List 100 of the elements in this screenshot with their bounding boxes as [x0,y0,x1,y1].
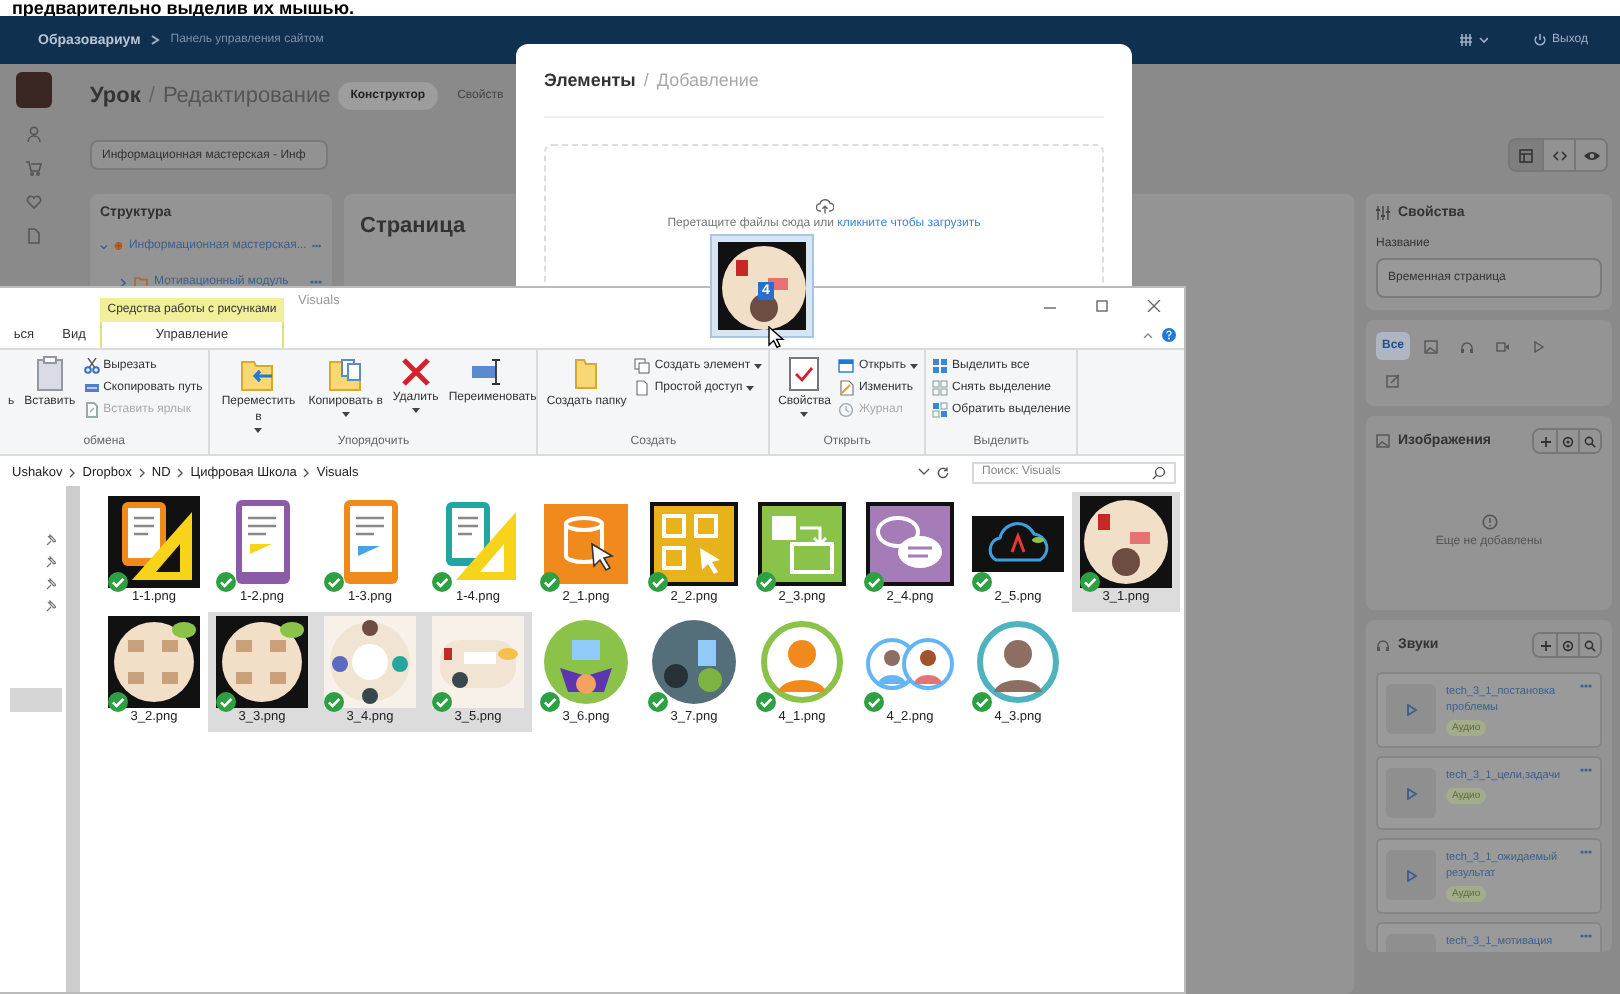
view-toggle-button[interactable] [1574,140,1606,170]
caret-icon [411,408,420,414]
toolbar-button[interactable] [1534,430,1556,452]
window-icon [838,358,855,374]
view-toggle-button[interactable] [1510,140,1542,170]
image-thumbnail [216,616,308,708]
clock-icon [838,402,855,418]
close-icon [1144,299,1164,311]
scrollbar[interactable] [66,486,80,992]
settings-icon [1562,639,1574,651]
image-icon [1376,434,1390,448]
play-icon [1405,787,1417,799]
documents-icon [634,358,651,374]
checklist-icon [788,356,821,392]
eye-icon [1583,147,1599,163]
avatar-placeholder[interactable] [15,72,51,108]
pin-icon[interactable] [46,534,56,546]
headphones-icon [1376,638,1390,652]
grid-icon [932,380,949,396]
title-separator: / [148,84,155,108]
grid-icon [932,358,949,374]
caret-icon [800,412,809,418]
image-thumbnail [756,616,848,708]
search-icon [1584,435,1596,447]
refresh-icon[interactable] [936,465,950,479]
layout-icon [1518,147,1534,163]
clipboard-icon [35,356,64,392]
play-icon [1405,869,1417,881]
image-thumbnail [648,496,740,588]
search-icon [1152,465,1166,479]
caption-text: предварительно выделив их мышью. [10,0,357,16]
view-toggle-button[interactable] [1542,140,1574,170]
chevron-icon [68,467,77,477]
image-thumbnail [1080,496,1172,588]
dialog-title: Элементы [544,70,636,90]
plus-icon [1539,639,1551,651]
toolbar-button[interactable] [1578,430,1600,452]
pin-icon[interactable] [46,600,56,612]
image-thumbnail [648,616,740,708]
settings-icon [1562,435,1574,447]
image-thumbnail [324,616,416,708]
search-icon [1584,639,1596,651]
image-thumbnail [108,496,200,588]
folder-arrow-icon [240,356,277,392]
document-icon [634,380,651,396]
image-thumbnail [864,496,956,588]
toolbar-button[interactable] [1556,430,1578,452]
page-title: Урок [90,84,141,108]
image-thumbnail [540,616,632,708]
image-thumbnail [108,616,200,708]
info-icon [1481,514,1497,530]
globe-icon [113,240,123,252]
power-icon [1534,34,1547,46]
sliders-icon [1376,206,1390,220]
code-icon [1551,147,1567,163]
title-separator: / [643,70,649,90]
folder-icon [574,356,599,392]
chevron-icon [150,34,161,46]
scissors-icon [83,358,100,374]
cloud-upload-icon [815,198,833,214]
headphones-icon [1459,339,1474,353]
heart-icon[interactable] [25,194,41,210]
pencil-icon [838,380,855,396]
user-icon[interactable] [25,126,41,142]
cross-icon [399,356,432,388]
grid-icon [932,402,949,418]
documents-icon [327,356,364,392]
chevron-icon [302,467,311,477]
caret-icon [746,385,755,391]
image-thumbnail [432,616,524,708]
chevron-icon [137,467,146,477]
caret-icon [910,363,919,369]
toolbar-button[interactable] [1556,634,1578,656]
pin-icon[interactable] [46,578,56,590]
maximize-icon [1092,299,1112,311]
caret-icon [341,412,350,418]
panel-title: Страница [358,212,468,242]
cart-icon[interactable] [25,160,41,176]
image-icon [1423,339,1438,353]
pin-icon[interactable] [46,556,56,568]
toolbar-button[interactable] [1578,634,1600,656]
image-thumbnail [756,496,848,588]
caret-icon [754,363,763,369]
play-icon [1405,703,1417,715]
caret-icon [254,428,263,434]
dialog-subtitle: Добавление [656,70,759,90]
toolbar-button[interactable] [1534,634,1556,656]
video-camera-icon [1495,339,1510,353]
chevron-icon[interactable] [118,277,128,287]
apps-menu-icon[interactable] [1460,34,1489,46]
document-icon [83,402,100,418]
help-icon[interactable] [1162,328,1176,342]
document-icon[interactable] [25,228,41,244]
play-icon [1531,339,1546,353]
edit-icon [1385,373,1399,387]
chevron-icon [176,467,185,477]
plus-icon [1539,435,1551,447]
image-thumbnail [972,616,1064,708]
collapse-icon[interactable] [1142,331,1154,339]
dropdown-icon[interactable] [918,468,930,476]
